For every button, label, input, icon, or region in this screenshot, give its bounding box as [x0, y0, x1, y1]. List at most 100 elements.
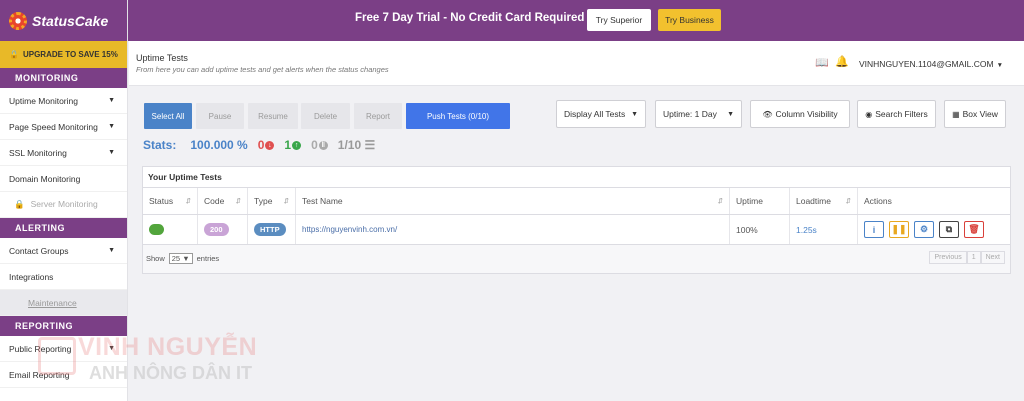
- panel-title: Your Uptime Tests: [143, 167, 1010, 188]
- trash-icon: 🗑: [968, 224, 980, 234]
- page-title: Uptime Tests: [136, 53, 188, 63]
- sidebar-item-ssl-monitoring[interactable]: SSL Monitoring ▼: [0, 140, 127, 166]
- lock-icon: 🔒: [9, 50, 19, 59]
- table-header: Status ⇵ Code ⇵ Type ⇵ Test Name ⇵ Uptime Lo…: [143, 188, 1010, 215]
- watermark-line-1: VINH NGUYỄN: [78, 333, 258, 361]
- sort-icon: ⇵: [283, 198, 289, 205]
- col-actions: Actions: [864, 196, 892, 206]
- page-subtitle: From here you can add uptime tests and g…: [136, 65, 389, 74]
- eye-icon: 👁: [762, 109, 773, 119]
- pause-icon: ❚❚: [891, 224, 907, 234]
- user-email: VINHNGUYEN.1104@GMAIL.COM: [859, 59, 994, 69]
- pause-button[interactable]: Pause: [196, 103, 244, 129]
- uptime-range-select[interactable]: Uptime: 1 Day ▼: [655, 100, 742, 128]
- resume-button[interactable]: Resume: [248, 103, 298, 129]
- search-icon: ◉: [865, 109, 873, 119]
- caret-down-icon: ▼: [996, 62, 1004, 69]
- copy-button[interactable]: ⧉: [939, 221, 959, 238]
- watermark-line-2: ANH NÔNG DÂN IT: [89, 363, 252, 383]
- col-uptime[interactable]: Uptime: [730, 188, 790, 214]
- info-icon: i: [872, 224, 876, 235]
- sidebar-item-server-monitoring[interactable]: 🔒 Server Monitoring: [0, 192, 127, 218]
- info-button[interactable]: i: [864, 221, 884, 238]
- row-actions: i ❚❚ ⚙ ⧉ 🗑: [858, 215, 1010, 244]
- table-footer: Show 25 ▼ entries Previous 1 Next: [143, 245, 1010, 273]
- col-status[interactable]: Status ⇵: [143, 188, 198, 214]
- upgrade-banner[interactable]: 🔒 UPGRADE TO SAVE 15%: [0, 41, 127, 68]
- select-all-button[interactable]: Select All: [144, 103, 192, 129]
- sort-icon: ⇵: [235, 198, 241, 205]
- caret-down-icon: ▼: [631, 110, 638, 118]
- sort-icon: ⇵: [185, 198, 191, 205]
- sidebar-item-uptime-monitoring[interactable]: Uptime Monitoring ▼: [0, 88, 127, 114]
- sidebar-item-maintenance[interactable]: Maintenance: [0, 290, 127, 316]
- brand-name: StatusCake: [32, 12, 109, 29]
- previous-page-button[interactable]: Previous: [929, 251, 967, 264]
- arrow-up-icon: ↑: [292, 141, 302, 151]
- stats-bar: Stats: 100.000 % 0 ↓ 1 ↑ 0 ‖ 1/10 ☰: [143, 138, 375, 152]
- row-test-name[interactable]: https://nguyenvinh.com.vn/: [296, 215, 730, 244]
- grid-icon: ▦: [952, 109, 960, 119]
- bell-icon[interactable]: 🔔: [835, 55, 849, 68]
- statuscake-logo-icon: [9, 11, 27, 30]
- delete-button[interactable]: Delete: [301, 103, 350, 129]
- trial-banner: Free 7 Day Trial - No Credit Card Requir…: [128, 0, 1024, 41]
- page-size-control: Show 25 ▼ entries: [146, 253, 220, 264]
- settings-button[interactable]: ⚙: [914, 221, 934, 238]
- book-icon[interactable]: 📖: [815, 56, 829, 69]
- gear-icon: ⚙: [919, 224, 929, 234]
- sidebar-item-integrations[interactable]: Integrations: [0, 264, 127, 290]
- sidebar-item-contact-groups[interactable]: Contact Groups ▼: [0, 238, 127, 264]
- caret-down-icon: ▼: [108, 247, 115, 254]
- stats-paused[interactable]: 0 ‖: [311, 138, 328, 152]
- search-filters-button[interactable]: ◉ Search Filters: [857, 100, 936, 128]
- pause-circle-icon: ‖: [318, 141, 328, 151]
- caret-down-icon: ▼: [108, 149, 115, 156]
- box-view-button[interactable]: ▦ Box View: [944, 100, 1006, 128]
- row-status: [143, 215, 198, 244]
- watermark-logo-icon: [38, 337, 76, 375]
- row-code: 200: [198, 215, 248, 244]
- brand-logo[interactable]: StatusCake: [0, 0, 127, 41]
- push-tests-button[interactable]: Push Tests (0/10): [406, 103, 510, 129]
- stats-count: 1/10 ☰: [337, 138, 376, 152]
- page-size-select[interactable]: 25 ▼: [168, 253, 193, 264]
- row-type: HTTP: [248, 215, 296, 244]
- col-code[interactable]: Code ⇵: [198, 188, 248, 214]
- try-superior-button[interactable]: Try Superior: [587, 9, 651, 31]
- lock-icon: 🔒: [14, 199, 25, 209]
- app-window: StatusCake 🔒 UPGRADE TO SAVE 15% MONITOR…: [0, 0, 1024, 401]
- try-business-button[interactable]: Try Business: [658, 9, 721, 31]
- col-loadtime[interactable]: Loadtime ⇵: [790, 188, 858, 214]
- user-menu[interactable]: VINHNGUYEN.1104@GMAIL.COM ▼: [859, 59, 1003, 69]
- sidebar-item-page-speed-monitoring[interactable]: Page Speed Monitoring ▼: [0, 114, 127, 140]
- stats-uptime: 100.000 %: [190, 138, 248, 152]
- page-header: Uptime Tests From here you can add uptim…: [129, 41, 1024, 86]
- stats-up[interactable]: 1 ↑: [284, 138, 302, 152]
- stats-down[interactable]: 0 ↓: [258, 138, 275, 152]
- row-uptime: 100%: [730, 215, 790, 244]
- arrow-down-icon: ↓: [265, 141, 275, 151]
- page-1-button[interactable]: 1: [966, 251, 981, 264]
- column-visibility-button[interactable]: 👁 Column Visibility: [750, 100, 850, 128]
- list-icon: ☰: [364, 138, 376, 152]
- caret-down-icon: ▼: [108, 123, 115, 130]
- trial-banner-text: Free 7 Day Trial - No Credit Card Requir…: [355, 12, 585, 24]
- display-filter-select[interactable]: Display All Tests ▼: [556, 100, 646, 128]
- col-type[interactable]: Type ⇵: [248, 188, 296, 214]
- delete-test-button[interactable]: 🗑: [964, 221, 984, 238]
- upgrade-label: UPGRADE TO SAVE 15%: [22, 50, 118, 59]
- col-test-name[interactable]: Test Name ⇵: [296, 188, 730, 214]
- stats-label: Stats:: [143, 138, 177, 152]
- row-loadtime: 1.25s: [790, 215, 858, 244]
- pause-test-button[interactable]: ❚❚: [889, 221, 909, 238]
- next-page-button[interactable]: Next: [980, 251, 1005, 264]
- copy-icon: ⧉: [945, 224, 953, 234]
- report-button[interactable]: Report: [354, 103, 402, 129]
- caret-down-icon: ▼: [108, 97, 115, 104]
- table-row[interactable]: 200 HTTP https://nguyenvinh.com.vn/ 100%…: [143, 215, 1010, 245]
- caret-down-icon: ▼: [727, 110, 734, 118]
- uptime-tests-panel: Your Uptime Tests Status ⇵ Code ⇵ Type ⇵ Te…: [142, 166, 1011, 274]
- caret-down-icon: ▼: [182, 254, 190, 263]
- sidebar-item-domain-monitoring[interactable]: Domain Monitoring: [0, 166, 127, 192]
